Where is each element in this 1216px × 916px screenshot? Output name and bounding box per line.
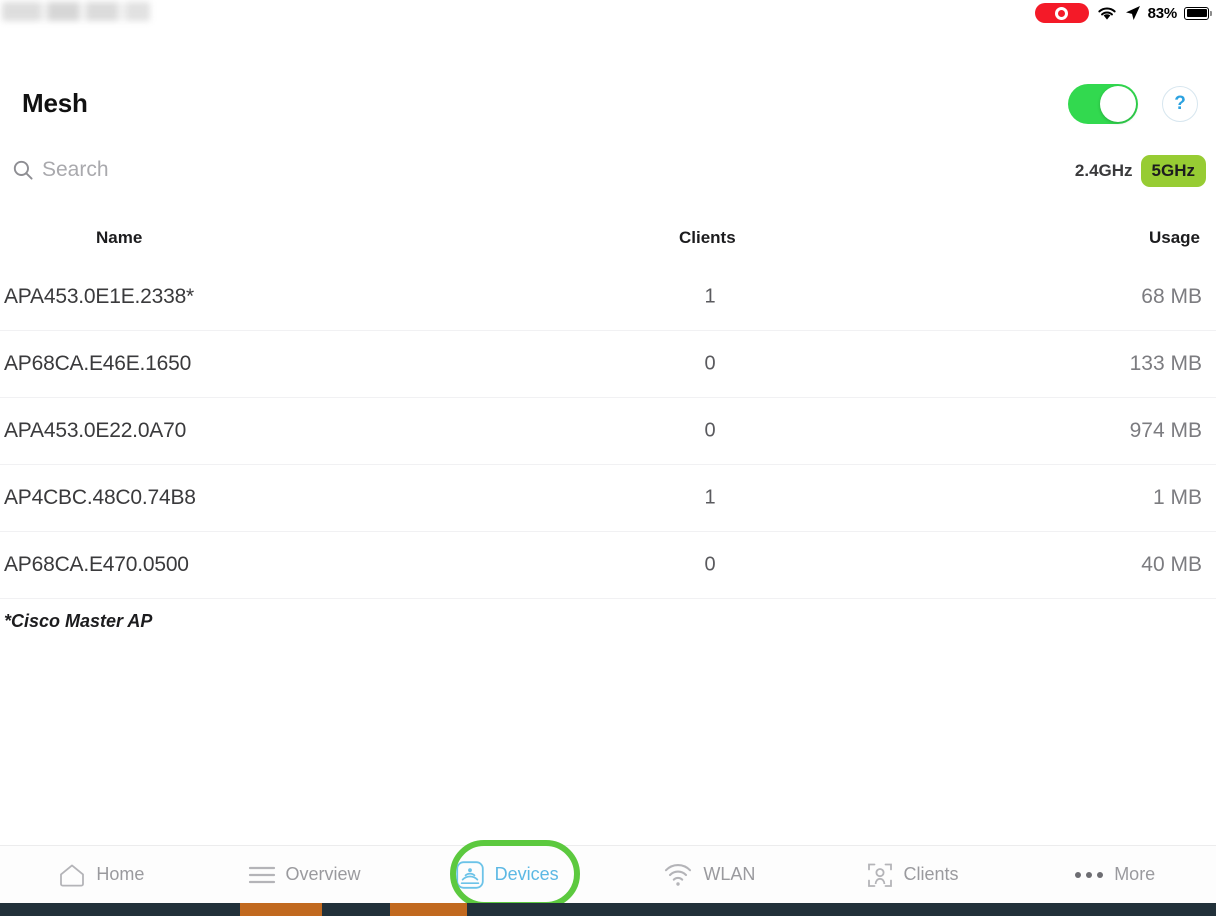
status-bar-right: 83% <box>1034 2 1212 24</box>
device-usage: 40 MB <box>1141 553 1202 576</box>
record-indicator-icon <box>1034 3 1089 23</box>
device-clients: 1 <box>704 486 716 509</box>
device-clients: 0 <box>704 553 716 576</box>
band-selector: 2.4GHz 5GHz <box>1073 155 1206 187</box>
mesh-toggle[interactable] <box>1068 84 1138 124</box>
wifi-icon <box>1096 5 1118 21</box>
access-point-icon <box>455 860 485 890</box>
tab-devices[interactable]: Devices <box>405 846 608 904</box>
device-name: AP68CA.E470.0500 <box>4 553 189 576</box>
device-name: AP4CBC.48C0.74B8 <box>4 486 196 509</box>
table-row[interactable]: APA453.0E22.0A70 0 974 MB <box>0 398 1216 465</box>
table-row[interactable]: AP68CA.E470.0500 0 40 MB <box>0 532 1216 599</box>
tab-home[interactable]: Home <box>0 846 203 904</box>
bottom-tab-bar: Home Overview Devices WLAN Clients More <box>0 845 1216 903</box>
tab-wlan[interactable]: WLAN <box>608 846 811 904</box>
device-table: APA453.0E1E.2338* 1 68 MB AP68CA.E46E.16… <box>0 264 1216 599</box>
band-option-5ghz[interactable]: 5GHz <box>1140 155 1206 187</box>
client-user-icon <box>866 861 894 889</box>
carrier-label-blurred <box>2 2 150 21</box>
tab-label: Home <box>96 864 145 884</box>
search-icon <box>12 159 34 181</box>
tab-label: Devices <box>494 864 559 884</box>
bottom-edge-strip <box>0 903 1216 916</box>
device-usage: 974 MB <box>1129 419 1202 442</box>
table-footnote: *Cisco Master AP <box>4 611 153 631</box>
strip-segment <box>390 903 467 916</box>
device-clients: 0 <box>704 419 716 442</box>
tab-clients[interactable]: Clients <box>811 846 1014 904</box>
table-header: Name Clients Usage <box>0 222 1216 256</box>
table-row[interactable]: APA453.0E1E.2338* 1 68 MB <box>0 264 1216 331</box>
device-name: AP68CA.E46E.1650 <box>4 352 192 375</box>
tab-label: More <box>1114 864 1156 884</box>
search-row: Search 2.4GHz 5GHz <box>0 155 1216 195</box>
column-header-name: Name <box>96 228 143 247</box>
wifi-icon <box>663 863 693 887</box>
device-name: APA453.0E1E.2338* <box>4 285 195 308</box>
mesh-toggle-knob <box>1100 86 1136 122</box>
battery-percent-label: 83% <box>1147 4 1178 22</box>
column-header-usage: Usage <box>1148 228 1200 247</box>
list-icon <box>248 864 276 886</box>
device-name: APA453.0E22.0A70 <box>4 419 187 442</box>
device-clients: 1 <box>704 285 716 308</box>
band-option-24ghz[interactable]: 2.4GHz <box>1073 155 1135 187</box>
tab-label: Overview <box>285 864 361 884</box>
strip-segment <box>240 903 322 916</box>
column-header-clients: Clients <box>679 228 736 247</box>
tab-more[interactable]: More <box>1013 846 1216 904</box>
search-placeholder: Search <box>42 158 109 181</box>
search-input[interactable]: Search <box>12 158 109 182</box>
battery-icon <box>1184 6 1212 20</box>
device-usage: 68 MB <box>1141 285 1202 308</box>
device-usage: 1 MB <box>1152 486 1202 509</box>
ellipsis-icon <box>1074 870 1104 880</box>
location-arrow-icon <box>1125 5 1141 21</box>
status-bar: 83% <box>0 0 1216 26</box>
tab-overview[interactable]: Overview <box>203 846 406 904</box>
device-clients: 0 <box>704 352 716 375</box>
table-row[interactable]: AP68CA.E46E.1650 0 133 MB <box>0 331 1216 398</box>
page-title: Mesh <box>22 88 88 118</box>
table-row[interactable]: AP4CBC.48C0.74B8 1 1 MB <box>0 465 1216 532</box>
help-button[interactable]: ? <box>1162 86 1198 122</box>
tab-label: Clients <box>903 864 959 884</box>
device-usage: 133 MB <box>1129 352 1202 375</box>
app-screen: 83% Mesh ? Search 2.4GHz 5GHz Name Clien… <box>0 0 1216 916</box>
tab-label: WLAN <box>703 864 756 884</box>
home-icon <box>58 862 86 888</box>
